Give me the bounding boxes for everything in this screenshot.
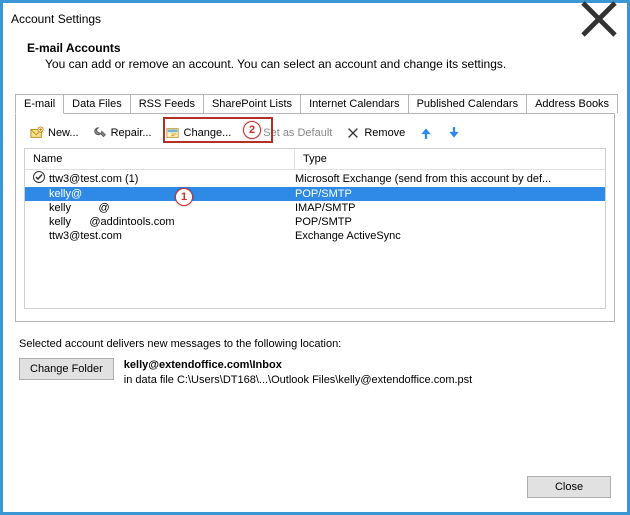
title-bar: Account Settings [3, 3, 627, 35]
default-icon [245, 126, 259, 140]
folder-info: kelly@extendoffice.com\Inbox in data fil… [124, 358, 472, 389]
repair-icon [93, 126, 107, 140]
folder-row: Change Folder kelly@extendoffice.com\Inb… [19, 358, 611, 389]
arrow-down-icon [447, 126, 461, 140]
table-row[interactable]: ttw3@test.com Exchange ActiveSync [25, 229, 605, 243]
account-name: kelly@ [49, 188, 82, 200]
tab-rss-feeds[interactable]: RSS Feeds [130, 94, 204, 113]
account-type: POP/SMTP [295, 188, 597, 200]
move-down-button[interactable] [441, 124, 467, 142]
table-header: Name Type [25, 149, 605, 170]
account-type: Microsoft Exchange (send from this accou… [295, 173, 597, 185]
remove-button[interactable]: Remove [340, 124, 411, 142]
header-title: E-mail Accounts [27, 41, 603, 55]
tab-published-calendars[interactable]: Published Calendars [408, 94, 528, 113]
header: E-mail Accounts You can add or remove an… [3, 35, 627, 89]
new-mail-icon [30, 126, 44, 140]
change-button[interactable]: Change... [160, 124, 238, 142]
tab-internet-calendars[interactable]: Internet Calendars [300, 94, 409, 113]
tab-panel: New... Repair... Change... Set as Defaul… [15, 113, 615, 322]
folder-path: kelly@extendoffice.com\Inbox [124, 358, 472, 373]
delivery-label: Selected account delivers new messages t… [19, 338, 611, 350]
table-row[interactable]: kelly @addintools.com POP/SMTP [25, 215, 605, 229]
tab-sharepoint-lists[interactable]: SharePoint Lists [203, 94, 301, 113]
new-button[interactable]: New... [24, 124, 85, 142]
folder-datafile: in data file C:\Users\DT168\...\Outlook … [124, 373, 472, 388]
remove-icon [346, 126, 360, 140]
account-name: kelly @addintools.com [49, 216, 175, 228]
account-name: ttw3@test.com (1) [49, 173, 138, 185]
change-icon [166, 126, 180, 140]
close-window-button[interactable] [579, 5, 619, 33]
set-default-button[interactable]: Set as Default [239, 124, 338, 142]
account-type: Exchange ActiveSync [295, 230, 597, 242]
accounts-table: Name Type ttw3@test.com (1) Microsoft Ex… [24, 148, 606, 309]
table-body: ttw3@test.com (1) Microsoft Exchange (se… [25, 170, 605, 308]
account-name: ttw3@test.com [49, 230, 122, 242]
toolbar: New... Repair... Change... Set as Defaul… [24, 122, 606, 148]
change-folder-button[interactable]: Change Folder [19, 358, 114, 380]
header-subtitle: You can add or remove an account. You ca… [27, 57, 603, 71]
account-type: IMAP/SMTP [295, 202, 597, 214]
account-type: POP/SMTP [295, 216, 597, 228]
table-row[interactable]: kelly @ IMAP/SMTP [25, 201, 605, 215]
dialog-footer: Close [3, 466, 627, 512]
close-icon [579, 0, 619, 39]
tab-strip: E-mail Data Files RSS Feeds SharePoint L… [15, 89, 615, 113]
repair-button[interactable]: Repair... [87, 124, 158, 142]
tab-data-files[interactable]: Data Files [63, 94, 131, 113]
column-type[interactable]: Type [295, 149, 605, 169]
column-name[interactable]: Name [25, 149, 295, 169]
tab-address-books[interactable]: Address Books [526, 94, 618, 113]
window-title: Account Settings [11, 12, 579, 26]
default-check-icon [33, 171, 45, 186]
account-name: kelly @ [49, 202, 110, 214]
account-settings-window: Account Settings E-mail Accounts You can… [0, 0, 630, 515]
table-row[interactable]: kelly@ POP/SMTP [25, 187, 605, 201]
move-up-button[interactable] [413, 124, 439, 142]
arrow-up-icon [419, 126, 433, 140]
close-button[interactable]: Close [527, 476, 611, 498]
table-row[interactable]: ttw3@test.com (1) Microsoft Exchange (se… [25, 170, 605, 187]
tab-email[interactable]: E-mail [15, 94, 64, 114]
